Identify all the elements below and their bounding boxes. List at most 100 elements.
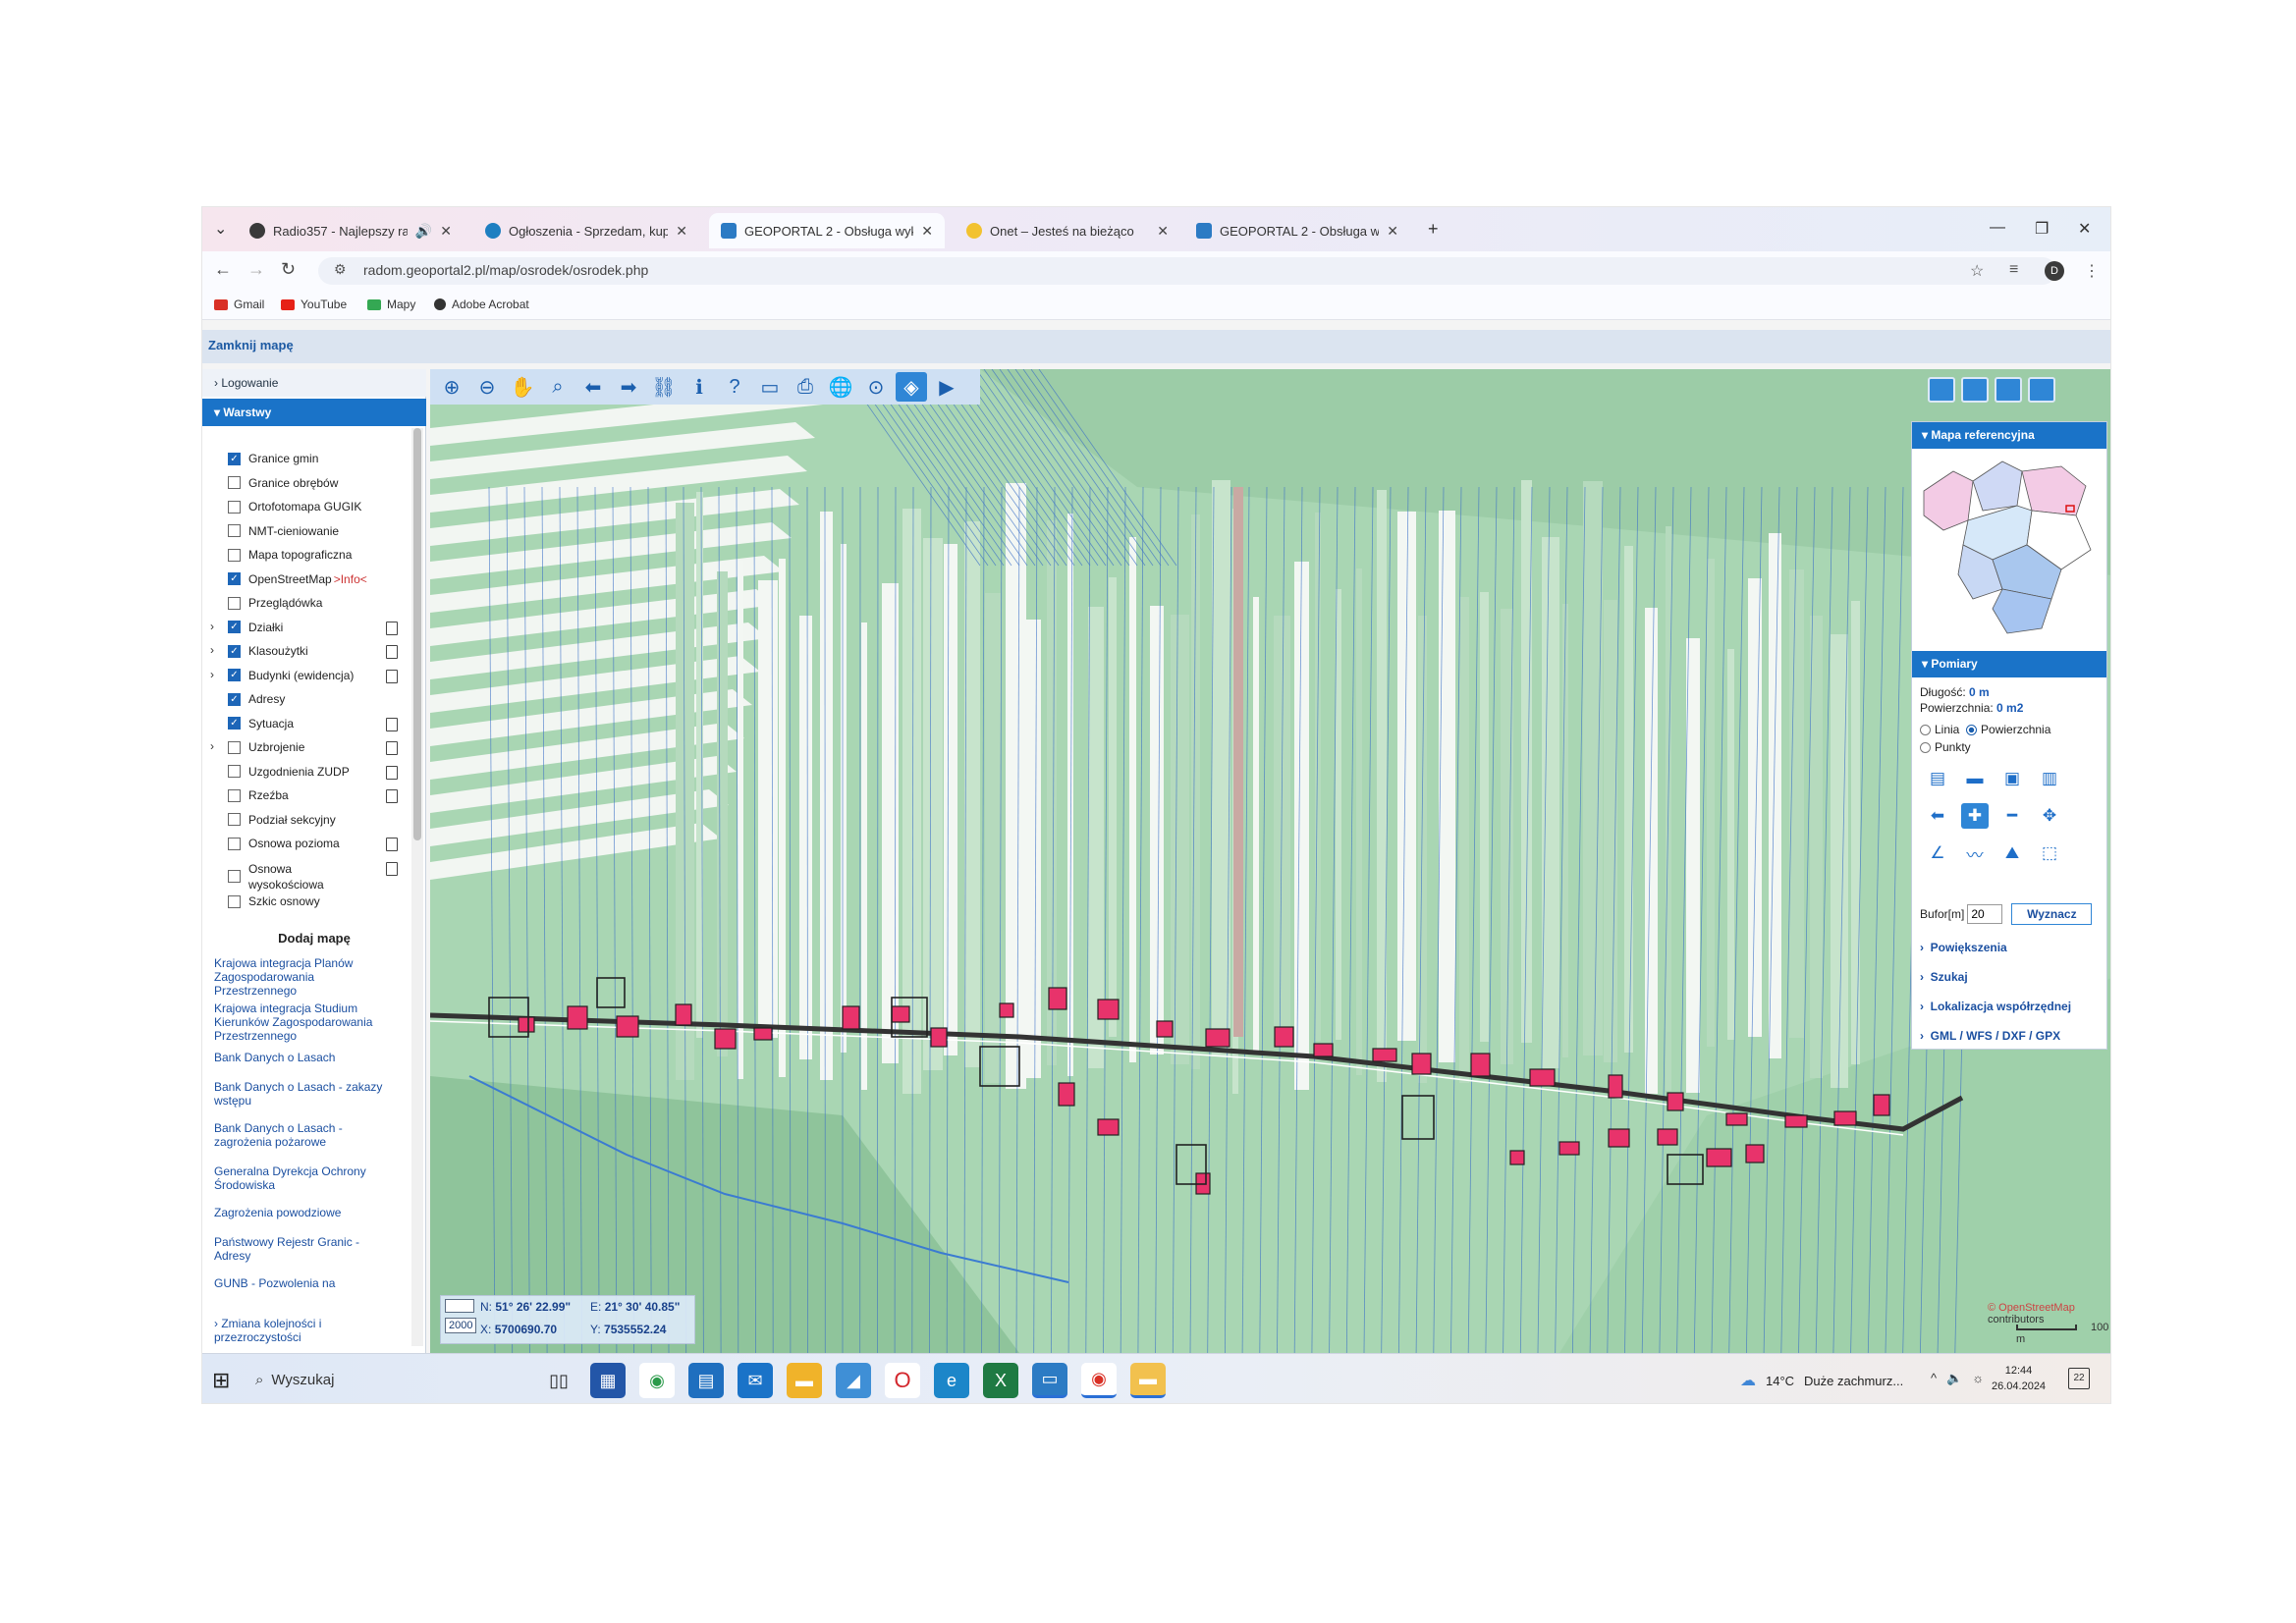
site-settings-icon[interactable]: ⚙ bbox=[334, 261, 347, 278]
layer-checkbox[interactable]: ✓ bbox=[228, 669, 241, 681]
store-icon[interactable]: ▤ bbox=[688, 1363, 724, 1398]
mode-points-radio[interactable] bbox=[1920, 742, 1931, 754]
profile-avatar[interactable]: D bbox=[2045, 261, 2064, 281]
layer-item[interactable]: Ortofotomapa GUGIK bbox=[228, 500, 424, 514]
scale-selector-icon[interactable] bbox=[445, 1299, 474, 1313]
mode-area-radio[interactable] bbox=[1966, 725, 1978, 736]
volume-cube-icon[interactable]: ⬚ bbox=[2036, 840, 2063, 866]
tab-radio357[interactable]: Radio357 - Najlepszy radio 🔊 ✕ bbox=[238, 213, 464, 248]
osm-link[interactable]: © OpenStreetMap bbox=[1988, 1302, 2075, 1314]
search-link[interactable]: › Szukaj bbox=[1920, 970, 1968, 984]
tray-chevron-icon[interactable]: ^ bbox=[1931, 1371, 1937, 1386]
layer-legend-icon[interactable] bbox=[386, 789, 398, 803]
layer-checkbox[interactable] bbox=[228, 500, 241, 514]
weather-widget[interactable]: ☁ 14°C Duże zachmurz... bbox=[1740, 1371, 1903, 1390]
reference-map-header[interactable]: ▾ Mapa referencyjna bbox=[1912, 422, 2106, 449]
layer-legend-icon[interactable] bbox=[386, 765, 398, 780]
chrome-active-icon[interactable]: ◉ bbox=[1081, 1363, 1117, 1398]
layers-scrollbar[interactable] bbox=[411, 428, 423, 1346]
tab-geoportal-2[interactable]: GEOPORTAL 2 - Obsługa wyko ✕ bbox=[1184, 213, 1410, 248]
layer-checkbox[interactable] bbox=[228, 548, 241, 562]
tab-ogloszenia[interactable]: Ogłoszenia - Sprzedam, kupię ✕ bbox=[473, 213, 699, 248]
layer-checkbox[interactable] bbox=[228, 837, 241, 850]
select-icon[interactable]: ◈ bbox=[896, 372, 927, 402]
gml-export-link[interactable]: › GML / WFS / DXF / GPX bbox=[1920, 1029, 2060, 1043]
layer-item[interactable]: ✓ Adresy bbox=[228, 692, 424, 706]
layer-info-link[interactable]: >Info< bbox=[334, 572, 367, 586]
window-close-icon[interactable]: ✕ bbox=[2078, 219, 2091, 239]
compute-buffer-button[interactable]: Wyznacz bbox=[2011, 903, 2093, 925]
file-explorer-icon[interactable]: ▬ bbox=[787, 1363, 822, 1398]
zoom-box-icon[interactable]: ⌕ bbox=[542, 372, 574, 402]
layout-top-icon[interactable] bbox=[1928, 377, 1955, 403]
measure-icon[interactable]: ▭ bbox=[754, 372, 786, 402]
layer-checkbox[interactable] bbox=[228, 740, 241, 754]
layer-checkbox[interactable] bbox=[228, 765, 241, 778]
layer-legend-icon[interactable] bbox=[386, 669, 398, 683]
tab-close-icon[interactable]: ✕ bbox=[676, 223, 687, 240]
add-map-link[interactable]: GUNB - Pozwolenia na bbox=[214, 1276, 391, 1290]
scrollbar-thumb[interactable] bbox=[413, 428, 421, 840]
tab-close-icon[interactable]: ✕ bbox=[1387, 223, 1398, 240]
speaker-icon[interactable]: 🔊 bbox=[415, 223, 432, 240]
layer-legend-icon[interactable] bbox=[386, 861, 398, 876]
link-icon[interactable]: ⛓ bbox=[648, 372, 680, 402]
tab-close-icon[interactable]: ✕ bbox=[440, 223, 452, 240]
forward-icon[interactable]: → bbox=[247, 259, 265, 280]
layer-checkbox[interactable]: ✓ bbox=[228, 692, 241, 706]
print-icon[interactable]: ⎙ bbox=[790, 372, 821, 402]
terrain-profile-icon[interactable]: ⛰ bbox=[1998, 840, 2026, 866]
add-map-link[interactable]: Bank Danych o Lasach - zagrożenia pożaro… bbox=[214, 1121, 391, 1149]
camera-icon[interactable]: ▶ bbox=[931, 372, 962, 402]
query-icon[interactable]: ? bbox=[719, 372, 750, 402]
opera-icon[interactable]: O bbox=[885, 1363, 920, 1398]
windows-start-icon[interactable]: ⊞ bbox=[212, 1368, 230, 1393]
layer-checkbox[interactable]: ✓ bbox=[228, 452, 241, 465]
bookmark-adobe-acrobat[interactable]: Adobe Acrobat bbox=[434, 298, 529, 311]
layout-right-icon[interactable] bbox=[2028, 377, 2055, 403]
tab-onet[interactable]: Onet – Jesteś na bieżąco ✕ bbox=[955, 213, 1180, 248]
tab-search-icon[interactable]: ⌄ bbox=[214, 219, 227, 239]
add-map-link[interactable]: Państwowy Rejestr Granic - Adresy bbox=[214, 1235, 391, 1263]
chrome-icon[interactable]: ◉ bbox=[639, 1363, 675, 1398]
layers-header[interactable]: ▾ Warstwy bbox=[202, 399, 426, 426]
clock[interactable]: 12:44 26.04.2024 bbox=[1992, 1363, 2046, 1394]
layer-item[interactable]: Przeglądówka bbox=[228, 596, 424, 610]
bookmark-youtube[interactable]: YouTube bbox=[281, 298, 347, 311]
remote-desktop-icon[interactable]: ▭ bbox=[1032, 1363, 1067, 1398]
layer-checkbox[interactable] bbox=[228, 813, 241, 826]
open-folder-icon[interactable]: ▬ bbox=[1961, 766, 1989, 791]
reorder-layers-link[interactable]: › Zmiana kolejności i przezroczystości bbox=[214, 1317, 391, 1344]
forward-arrow-icon[interactable]: ➡ bbox=[613, 372, 644, 402]
save-icon[interactable]: ▣ bbox=[1998, 766, 2026, 791]
angle-icon[interactable]: ∠ bbox=[1924, 840, 1951, 866]
login-section[interactable]: › Logowanie bbox=[202, 369, 426, 397]
add-map-link[interactable]: Bank Danych o Lasach - zakazy wstępu bbox=[214, 1080, 391, 1108]
coordinate-locate-link[interactable]: › Lokalizacja współrzędnej bbox=[1920, 1000, 2071, 1013]
layer-checkbox[interactable]: ✓ bbox=[228, 644, 241, 658]
edge-icon[interactable]: e bbox=[934, 1363, 969, 1398]
zoom-in-icon[interactable]: ⊕ bbox=[436, 372, 467, 402]
move-vertex-icon[interactable]: ✥ bbox=[2036, 803, 2063, 829]
bookmark-mapy[interactable]: Mapy bbox=[367, 298, 415, 311]
taskbar-search[interactable]: ⌕ Wyszukaj bbox=[251, 1364, 517, 1395]
layer-item[interactable]: ✓ Granice gmin bbox=[228, 452, 424, 465]
info-icon[interactable]: ℹ bbox=[683, 372, 715, 402]
layer-item[interactable]: Granice obrębów bbox=[228, 476, 424, 490]
tab-geoportal-active[interactable]: GEOPORTAL 2 - Obsługa wyko ✕ bbox=[709, 213, 945, 248]
tab-close-icon[interactable]: ✕ bbox=[921, 223, 933, 240]
add-vertex-icon[interactable]: ✚ bbox=[1961, 803, 1989, 829]
layer-checkbox[interactable]: ✓ bbox=[228, 572, 241, 585]
pan-hand-icon[interactable]: ✋ bbox=[507, 372, 538, 402]
layer-checkbox[interactable]: ✓ bbox=[228, 717, 241, 730]
bookmark-star-icon[interactable]: ☆ bbox=[1970, 261, 1984, 281]
layer-checkbox[interactable] bbox=[228, 524, 241, 537]
layer-expand-icon[interactable]: › bbox=[210, 668, 214, 681]
add-map-link[interactable]: Zagrożenia powodziowe bbox=[214, 1206, 391, 1219]
zoom-out-icon[interactable]: ⊖ bbox=[471, 372, 503, 402]
tab-close-icon[interactable]: ✕ bbox=[1157, 223, 1169, 240]
layer-legend-icon[interactable] bbox=[386, 717, 398, 731]
profile-line-icon[interactable]: 〰 bbox=[1961, 840, 1989, 866]
add-map-link[interactable]: Bank Danych o Lasach bbox=[214, 1051, 391, 1064]
layer-legend-icon[interactable] bbox=[386, 838, 398, 851]
